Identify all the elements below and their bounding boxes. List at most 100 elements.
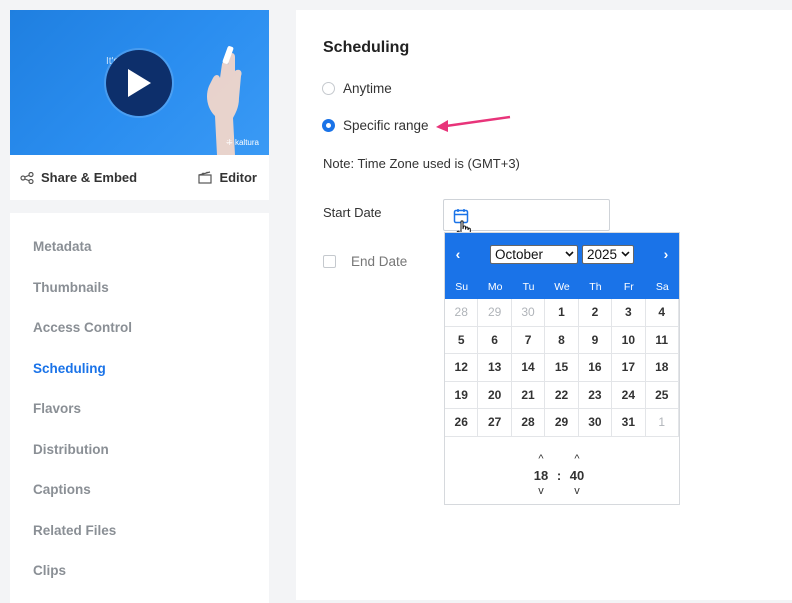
anytime-label: Anytime <box>343 81 392 96</box>
play-icon <box>128 69 151 97</box>
share-embed-button[interactable]: Share & Embed <box>20 170 137 185</box>
time-picker: ^ ^ 18 : 40 v v <box>445 437 679 505</box>
calendar-day[interactable]: 2 <box>578 299 613 327</box>
calendar-day[interactable]: 4 <box>645 299 679 327</box>
hour-value[interactable]: 18 <box>530 466 552 485</box>
editor-label: Editor <box>219 170 257 185</box>
calendar-day[interactable]: 1 <box>545 299 579 327</box>
calendar-day[interactable]: 16 <box>578 354 613 382</box>
calendar-day[interactable]: 11 <box>645 326 679 354</box>
calendar-day[interactable]: 18 <box>645 354 679 382</box>
next-month-button[interactable]: › <box>659 246 673 262</box>
nav-item-captions[interactable]: Captions <box>10 470 269 511</box>
end-date-label: End Date <box>351 254 408 269</box>
video-card: It's as as... ⁜ kaltura Sha <box>10 10 269 200</box>
editor-button[interactable]: Editor <box>198 170 257 185</box>
video-actions: Share & Embed Editor <box>10 155 269 200</box>
nav-item-scheduling[interactable]: Scheduling <box>10 349 269 390</box>
calendar-day[interactable]: 31 <box>612 409 646 437</box>
share-icon <box>20 171 34 184</box>
month-select-value: October <box>495 246 544 262</box>
nav-item-thumbnails[interactable]: Thumbnails <box>10 268 269 309</box>
annotation-arrow-icon <box>436 115 511 132</box>
specific-range-option[interactable]: Specific range <box>322 118 429 133</box>
end-date-row[interactable]: End Date <box>323 254 407 269</box>
weekday-label: Su <box>455 281 469 293</box>
year-select-value: 2025 <box>587 246 618 262</box>
specific-range-radio[interactable] <box>322 119 335 132</box>
calendar-header: ‹ October 2025 › <box>445 233 679 275</box>
left-column: It's as as... ⁜ kaltura Sha <box>10 10 269 603</box>
calendar-day[interactable]: 17 <box>612 354 646 382</box>
minute-up-button[interactable]: ^ <box>566 453 588 466</box>
calendar-days-grid: 28 29 30 1 2 3 4 5 6 7 8 9 10 11 12 13 14 15 16 17 18 19 20 21 2… <box>445 299 679 437</box>
calendar-day-outside-month[interactable]: 1 <box>645 409 679 437</box>
section-title: Scheduling <box>323 39 410 56</box>
calendar-day[interactable]: 23 <box>578 381 613 409</box>
nav-item-clips[interactable]: Clips <box>10 551 269 592</box>
weekday-label: Mo <box>487 281 503 293</box>
calendar-day[interactable]: 25 <box>645 381 679 409</box>
calendar-day[interactable]: 21 <box>511 381 546 409</box>
calendar-day[interactable]: 12 <box>445 354 479 382</box>
calendar-day[interactable]: 27 <box>478 409 512 437</box>
chevron-down-icon <box>621 251 630 257</box>
anytime-option[interactable]: Anytime <box>322 81 392 96</box>
share-embed-label: Share & Embed <box>41 170 138 185</box>
side-nav: Metadata Thumbnails Access Control Sched… <box>10 213 269 603</box>
date-picker-popup: ‹ October 2025 › Su Mo Tu We Th Fr Sa 28… <box>444 232 680 505</box>
nav-item-flavors[interactable]: Flavors <box>10 389 269 430</box>
minute-down-button[interactable]: v <box>566 485 588 498</box>
weekday-label: Sa <box>655 281 669 293</box>
video-thumbnail[interactable]: It's as as... ⁜ kaltura <box>10 10 269 155</box>
scheduling-panel: Scheduling Anytime Specific range Note: … <box>296 10 792 600</box>
calendar-day[interactable]: 13 <box>478 354 512 382</box>
weekday-header: Su Mo Tu We Th Fr Sa <box>445 275 679 299</box>
end-date-checkbox[interactable] <box>323 255 336 268</box>
nav-item-metadata[interactable]: Metadata <box>10 227 269 268</box>
calendar-day-outside-month[interactable]: 30 <box>511 299 546 327</box>
calendar-day[interactable]: 6 <box>478 326 512 354</box>
calendar-day[interactable]: 7 <box>511 326 546 354</box>
calendar-day[interactable]: 15 <box>545 354 579 382</box>
chevron-down-icon <box>565 251 574 257</box>
calendar-day-outside-month[interactable]: 28 <box>445 299 479 327</box>
calendar-day[interactable]: 29 <box>545 409 579 437</box>
year-select[interactable]: 2025 <box>582 244 634 264</box>
weekday-label: We <box>554 281 570 293</box>
calendar-day[interactable]: 26 <box>445 409 479 437</box>
calendar-day[interactable]: 28 <box>511 409 546 437</box>
calendar-day[interactable]: 24 <box>612 381 646 409</box>
brand-logo: ⁜ kaltura <box>226 138 259 147</box>
time-separator: : <box>556 467 562 483</box>
calendar-day[interactable]: 22 <box>545 381 579 409</box>
calendar-day[interactable]: 14 <box>511 354 546 382</box>
weekday-label: Tu <box>522 281 535 293</box>
calendar-day[interactable]: 20 <box>478 381 512 409</box>
calendar-day[interactable]: 8 <box>545 326 579 354</box>
calendar-day[interactable]: 30 <box>578 409 613 437</box>
calendar-day[interactable]: 10 <box>612 326 646 354</box>
clapperboard-icon <box>198 171 213 184</box>
start-date-label: Start Date <box>323 205 382 220</box>
calendar-day[interactable]: 3 <box>612 299 646 327</box>
nav-item-access-control[interactable]: Access Control <box>10 308 269 349</box>
calendar-day-outside-month[interactable]: 29 <box>478 299 512 327</box>
hour-up-button[interactable]: ^ <box>530 453 552 466</box>
specific-range-label: Specific range <box>343 118 429 133</box>
weekday-label: Th <box>589 281 602 293</box>
hour-down-button[interactable]: v <box>530 485 552 498</box>
calendar-day[interactable]: 19 <box>445 381 479 409</box>
anytime-radio[interactable] <box>322 82 335 95</box>
timezone-note: Note: Time Zone used is (GMT+3) <box>323 156 520 171</box>
weekday-label: Fr <box>623 281 634 293</box>
calendar-day[interactable]: 9 <box>578 326 613 354</box>
start-date-input[interactable] <box>443 199 610 242</box>
nav-item-related-files[interactable]: Related Files <box>10 511 269 552</box>
month-select[interactable]: October <box>490 244 578 264</box>
minute-value[interactable]: 40 <box>566 466 588 485</box>
prev-month-button[interactable]: ‹ <box>451 246 465 262</box>
play-button[interactable] <box>106 50 172 116</box>
nav-item-distribution[interactable]: Distribution <box>10 430 269 471</box>
calendar-day[interactable]: 5 <box>445 326 479 354</box>
